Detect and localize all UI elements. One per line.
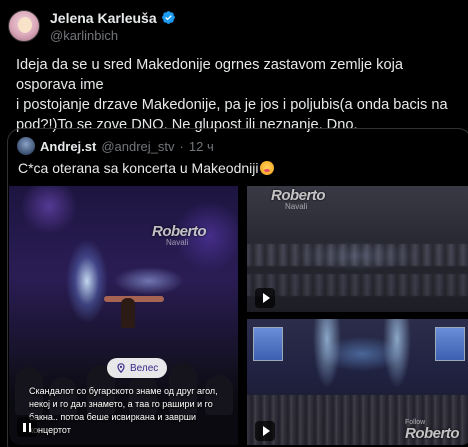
- quoted-tweet-header: Andrej.st @andrej_stv · 12 ч: [17, 137, 214, 155]
- video-tile-top-right[interactable]: Roberto Navali: [247, 186, 468, 312]
- watermark: Roberto Navali: [152, 223, 207, 247]
- media-grid: Roberto Navali Велес Скандалот со бугарс…: [8, 186, 468, 447]
- watermark: Follow Roberto: [405, 419, 460, 442]
- watermark-top-text: Roberto: [405, 425, 460, 442]
- watermark-bottom-text: Navali: [166, 238, 189, 247]
- quoted-author-name: Andrej.st: [40, 138, 97, 154]
- verified-badge-icon: [161, 11, 175, 24]
- author-names: Jelena Karleuša @karlinbich: [50, 10, 176, 43]
- tweet-header: Jelena Karleuša @karlinbich: [8, 8, 176, 44]
- video-tile-main[interactable]: Roberto Navali Велес Скандалот со бугарс…: [9, 186, 238, 445]
- watermark: Roberto Navali: [271, 187, 326, 211]
- watermark-top-text: Roberto: [271, 187, 326, 204]
- motion-blur-band: [247, 244, 468, 266]
- separator-dot: ·: [179, 138, 184, 154]
- tweet-text: Ideja da se u sred Makedonije ogrnes zas…: [16, 57, 448, 133]
- kiss-emoji-icon: [260, 161, 275, 175]
- quoted-tweet-text: C*ca oterana sa koncerta u Makeodniji: [18, 160, 275, 176]
- quoted-avatar: [17, 137, 35, 155]
- play-button[interactable]: [255, 421, 275, 441]
- quoted-tweet[interactable]: Andrej.st @andrej_stv · 12 ч C*ca oteran…: [7, 128, 468, 447]
- play-button[interactable]: [255, 288, 275, 308]
- quoted-author-handle: @andrej_stv: [101, 138, 175, 154]
- quoted-text-content: C*ca oterana sa koncerta u Makeodniji: [18, 160, 259, 176]
- quoted-timestamp: 12 ч: [188, 138, 214, 154]
- location-label: Велес: [130, 362, 159, 374]
- watermark-bottom-text: Navali: [285, 202, 308, 211]
- avatar[interactable]: [8, 10, 40, 42]
- play-icon: [262, 293, 270, 303]
- name-row: Jelena Karleuša: [50, 10, 176, 26]
- pause-button[interactable]: [17, 417, 37, 437]
- location-sticker: Велес: [107, 358, 168, 378]
- stage-screen: [435, 327, 465, 361]
- stage-screen: [253, 327, 283, 361]
- video-caption: Скандалот со бугарското знаме од друг аг…: [29, 386, 218, 435]
- motion-blur-band: [247, 274, 468, 296]
- watermark-top-text: Roberto: [152, 223, 207, 240]
- pause-icon: [23, 422, 26, 432]
- location-pin-icon: [117, 363, 125, 373]
- play-icon: [262, 426, 270, 436]
- author-handle[interactable]: @karlinbich: [50, 28, 176, 43]
- author-display-name[interactable]: Jelena Karleuša: [50, 10, 157, 26]
- video-tile-bottom-right[interactable]: Follow Roberto: [247, 319, 468, 445]
- performer-figure: [121, 298, 135, 328]
